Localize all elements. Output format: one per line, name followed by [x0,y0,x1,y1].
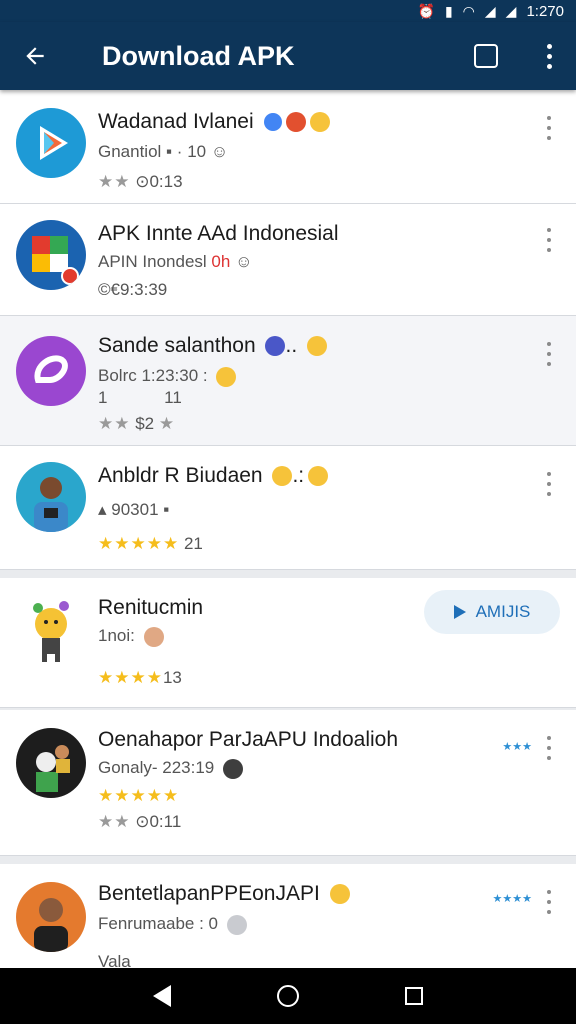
item-title: APK Innte AAd Indonesial [98,222,339,245]
list-item[interactable]: Anbldr R Biudaen .: ▴ 90301 ▪ ★★★★★ 21 [0,446,576,570]
play-store-icon [16,108,86,178]
nav-back-icon[interactable] [153,985,171,1007]
signal-icon: ◢ [484,2,496,19]
item-meta: ★★ ⊙0:11 [98,812,182,831]
item-meta: ★★ $2 ★ [98,414,176,433]
item-subtitle: Fenrumaabe : 0 [98,914,247,935]
item-title: Sande salanthon .. [98,334,327,358]
item-title: BentetlapanPPEonJAPI [98,882,350,906]
item-subtitle: Gnantiol ▪ · 10 ☺ [98,142,229,161]
emoji-icon-3 [216,366,237,387]
emoji-icon [272,466,293,487]
item-subtitle: 1noi: [98,626,164,647]
list-item[interactable]: Sande salanthon .. Bolrc 1:23:30 : 1 11 … [0,316,576,446]
item-menu-icon[interactable] [544,116,554,140]
emoji-icon-2 [307,336,327,357]
install-button[interactable]: AMIJIS [424,590,560,634]
item-meta: ©€9:3:39 [98,280,168,299]
man-avatar-icon [16,882,86,952]
item-meta: ★★★★13 [98,668,182,687]
mini-rating: ★★★★ [492,893,532,905]
item-menu-icon[interactable] [544,342,554,366]
item-subtitle-2: 1 11 [98,388,182,407]
play-icon [453,605,466,619]
item-menu-icon[interactable] [544,228,554,252]
item-subtitle: ▴ 90301 ▪ [98,500,170,519]
emoji-icon-2 [308,466,329,487]
item-menu-icon[interactable] [544,736,554,760]
emoji-icon [329,884,350,905]
emoji-icon [222,758,243,779]
emoji-icon [143,626,164,647]
wifi-icon: ◠ [462,2,475,19]
item-menu-icon[interactable] [544,472,554,496]
battery-icon: ▮ [444,2,453,19]
item-meta: ★★★★★ 21 [98,534,203,553]
emoji-icon [285,112,306,133]
emoji-icon-2 [226,914,247,935]
item-subtitle: APIN Inondesl 0h ☺ [98,252,253,271]
mini-rating: ★★★ [502,741,532,753]
item-title: Wadanad Ivlanei [98,110,330,134]
item-subtitle: Bolrc 1:23:30 : [98,366,237,387]
back-arrow-icon[interactable] [0,22,70,90]
signal-icon-2: ◢ [505,2,517,19]
item-rating: ★★★★★ [98,786,180,805]
alarm-icon: ⏰ [417,2,435,19]
app-bar: Download APK [0,22,576,90]
more-vert-icon[interactable] [534,36,564,76]
list-item[interactable]: APK Innte AAd Indonesial APIN Inondesl 0… [0,204,576,316]
status-bar: ⏰ ▮ ◠ ◢ ◢ 1:270 [0,0,576,22]
item-title: Renitucmin [98,596,204,619]
list-item[interactable]: BentetlapanPPEonJAPI Fenrumaabe : 0 Vala… [0,864,576,968]
emoji-icon-2 [309,112,330,133]
emoji-icon [265,336,286,357]
nav-bar [0,968,576,1024]
list-item[interactable]: Renitucmin 1noi: ★★★★13 AMIJIS [0,578,576,708]
nav-home-icon[interactable] [277,985,299,1007]
list-item[interactable]: Oenahapor ParJaAPU Indoalioh Gonaly- 223… [0,710,576,856]
group-photo-icon [16,728,86,798]
purple-link-icon [16,336,86,406]
user-avatar-icon [16,462,86,532]
item-menu-icon[interactable] [544,890,554,914]
item-title: Anbldr R Biudaen .: [98,464,329,488]
nav-recent-icon[interactable] [405,987,423,1005]
item-title: Oenahapor ParJaAPU Indoalioh [98,728,399,751]
item-subtitle: Gonaly- 223:19 [98,758,243,779]
mascot-icon [16,594,86,664]
page-title: Download APK [102,40,295,71]
status-time: 1:270 [526,2,564,20]
item-subtitle-2: Vala [98,952,131,968]
item-meta: ★★ ⊙0:13 [98,172,183,191]
flag-app-icon [16,220,86,290]
list-item[interactable]: Wadanad Ivlanei Gnantiol ▪ · 10 ☺ ★★ ⊙0:… [0,90,576,204]
square-icon[interactable] [474,44,498,68]
apk-list: Wadanad Ivlanei Gnantiol ▪ · 10 ☺ ★★ ⊙0:… [0,90,576,968]
g-icon [263,113,282,132]
